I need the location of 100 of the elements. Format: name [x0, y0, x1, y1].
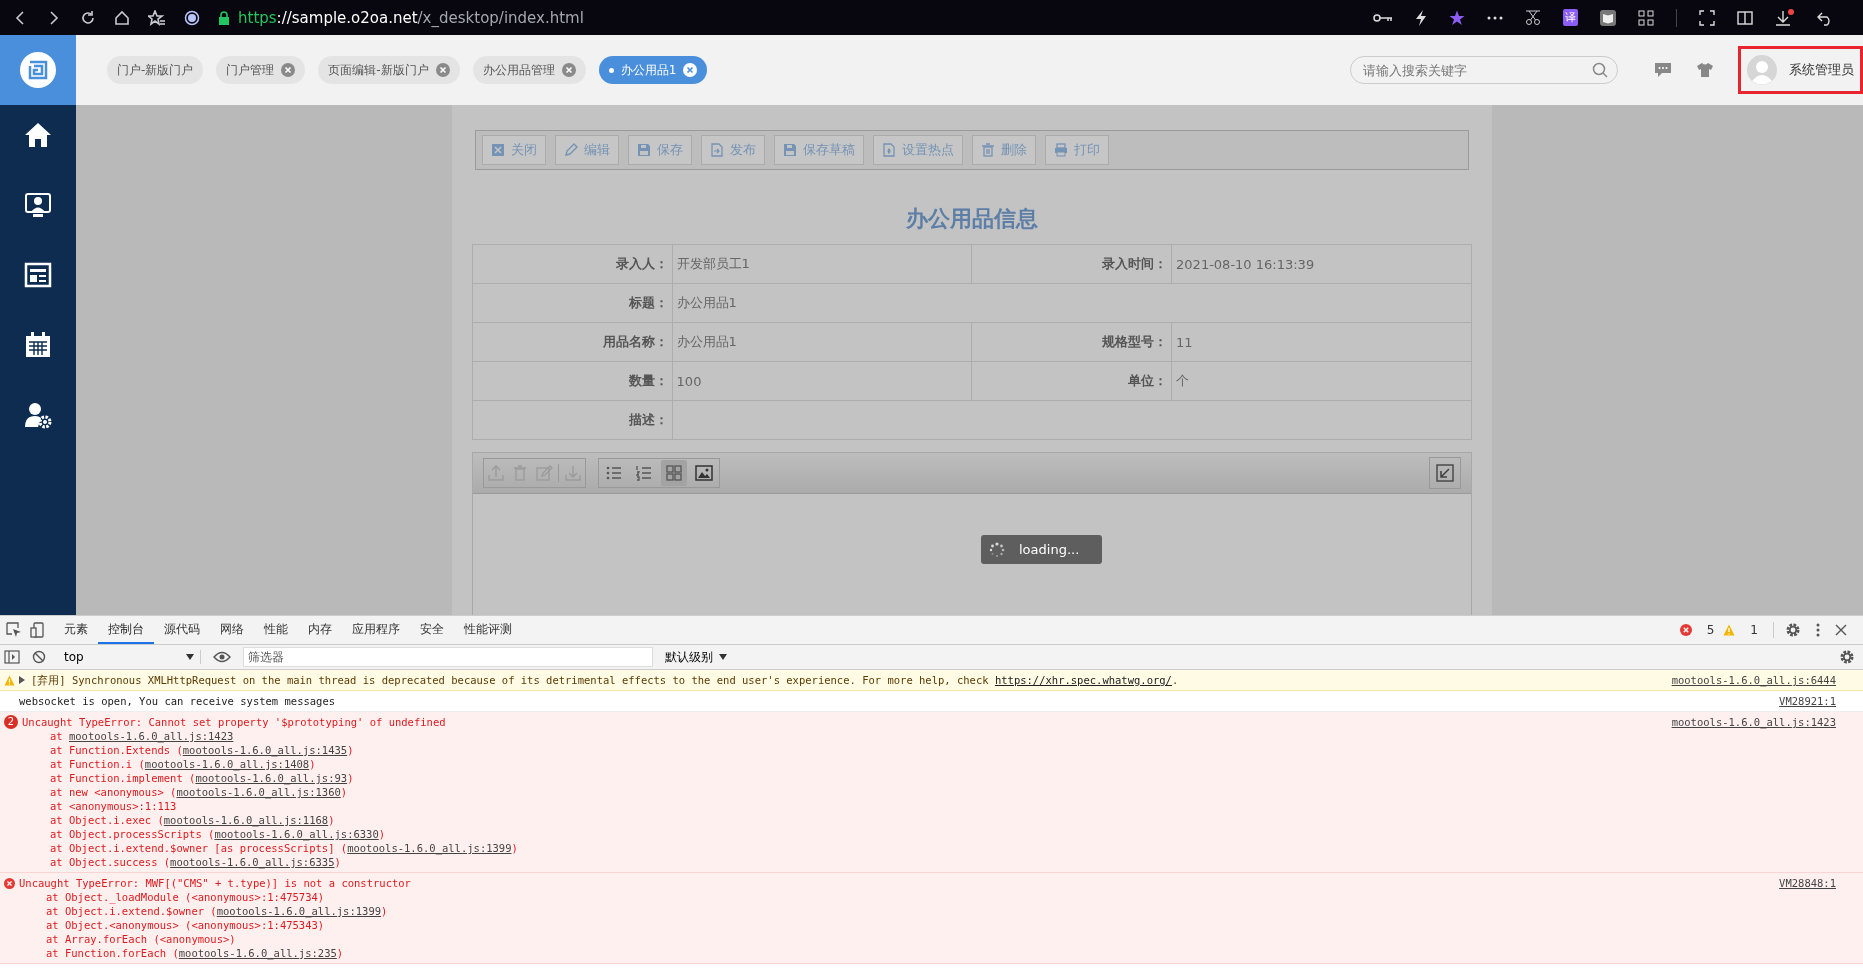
close-icon[interactable] — [1835, 624, 1847, 636]
repeat-count: 2 — [4, 715, 18, 729]
link[interactable]: mootools-1.6.0_all.js:1168 — [163, 814, 329, 826]
stack-frame: at Object.i.exec (mootools-1.6.0_all.js:1168) — [0, 813, 1863, 827]
more-icon[interactable] — [1487, 15, 1503, 20]
eye-icon[interactable] — [213, 651, 231, 663]
devtools-tab[interactable]: 网络 — [210, 616, 254, 644]
error-count[interactable]: 5 — [1706, 623, 1715, 637]
avatar-icon — [1747, 55, 1777, 85]
link[interactable]: mootools-1.6.0_all.js:1423 — [68, 730, 234, 742]
split-view-icon[interactable] — [1737, 9, 1753, 26]
devtools-tab[interactable]: 元素 — [54, 616, 98, 644]
source-link[interactable]: mootools-1.6.0_all.js:6444 — [1671, 673, 1836, 687]
link[interactable]: mootools-1.6.0_all.js:93 — [195, 772, 348, 784]
calendar-icon[interactable] — [24, 331, 52, 359]
close-icon[interactable] — [281, 63, 296, 77]
devtools-tab[interactable]: 应用程序 — [342, 616, 410, 644]
lock-icon — [218, 10, 230, 25]
field-value: 100 — [672, 361, 972, 401]
logo-icon — [20, 52, 56, 88]
person-screen-icon[interactable] — [24, 191, 52, 219]
stack-frame: at Object.processScripts (mootools-1.6.0_all.js:6330) — [0, 827, 1863, 841]
reload-icon[interactable] — [80, 9, 96, 26]
form-title: 办公用品信息 — [905, 205, 1039, 233]
close-icon[interactable] — [561, 63, 576, 77]
download-icon[interactable] — [1775, 8, 1795, 27]
devtools-tab[interactable]: 源代码 — [154, 616, 210, 644]
clear-console-icon[interactable] — [32, 650, 46, 664]
link[interactable]: mootools-1.6.0_all.js:1399 — [216, 905, 382, 917]
settings-icon[interactable] — [1839, 649, 1855, 665]
home-icon[interactable] — [24, 121, 52, 149]
field-label: 单位： — [972, 361, 1172, 401]
key-icon[interactable] — [1373, 11, 1393, 24]
log-level-select[interactable]: 默认级别 — [665, 648, 727, 666]
sidebar-toggle-icon[interactable] — [4, 650, 20, 664]
shirt-icon[interactable] — [1696, 62, 1714, 78]
book-icon[interactable] — [1600, 9, 1616, 26]
fullscreen-icon[interactable] — [1699, 9, 1715, 26]
close-icon[interactable] — [683, 63, 698, 77]
tab[interactable]: 门户-新版门户 — [107, 56, 204, 84]
search-icon[interactable] — [1592, 62, 1608, 78]
expand-triangle-icon[interactable] — [19, 676, 25, 684]
stack-frame: at Function.i (mootools-1.6.0_all.js:1408) — [0, 757, 1863, 771]
loading-indicator: loading... — [981, 535, 1102, 564]
tab-label: 办公用品管理 — [482, 61, 555, 79]
dot-icon — [608, 67, 614, 73]
stack-frame: at Function.Extends (mootools-1.6.0_all.js:1435) — [0, 743, 1863, 757]
user-menu[interactable]: 系统管理员 — [1738, 46, 1863, 94]
chat-icon[interactable] — [1654, 62, 1672, 78]
url-text[interactable]: https://sample.o2oa.net/x_desktop/index.html — [238, 8, 584, 27]
warning-icon — [1723, 624, 1736, 636]
document-flame-icon — [882, 143, 896, 157]
grid-icon[interactable] — [1638, 9, 1654, 26]
link[interactable]: mootools-1.6.0_all.js:1360 — [176, 786, 341, 798]
devtools-tab[interactable]: 性能评测 — [454, 616, 522, 644]
settings-icon[interactable] — [1785, 622, 1801, 638]
filter-field[interactable]: 筛选器 — [243, 647, 653, 667]
link[interactable]: mootools-1.6.0_all.js:6335 — [170, 856, 335, 868]
devtools-tab[interactable]: 安全 — [410, 616, 454, 644]
error-icon — [1679, 624, 1692, 636]
field-value: 2021-08-10 16:13:39 — [1171, 244, 1472, 284]
inspect-icon[interactable] — [6, 622, 22, 638]
lightning-icon[interactable] — [1415, 9, 1427, 26]
shield-icon — [184, 9, 200, 26]
source-link[interactable]: VM28848:1 — [1779, 876, 1836, 890]
source-link[interactable]: mootools-1.6.0_all.js:1423 — [1671, 715, 1836, 729]
home-icon[interactable] — [114, 9, 130, 26]
message-text: Uncaught TypeError: Cannot set property '$prototyping' of undefined — [22, 715, 446, 729]
link[interactable]: https://xhr.spec.whatwg.org/ — [994, 674, 1172, 686]
star-list-icon[interactable] — [148, 9, 166, 26]
collapse-button[interactable] — [1429, 457, 1461, 489]
tab[interactable]: 门户管理 — [216, 56, 306, 84]
field-label: 录入人： — [472, 244, 673, 284]
user-gear-icon[interactable] — [24, 401, 52, 429]
stack-frame: at Object.<anonymous> (<anonymous>:1:475343) — [0, 918, 1863, 932]
field-value: 办公用品1 — [672, 283, 1472, 323]
tab[interactable]: 页面编辑-新版门户 — [318, 56, 460, 84]
logo-tile[interactable] — [0, 35, 76, 105]
devtools-tab[interactable]: 性能 — [254, 616, 298, 644]
more-vertical-icon[interactable] — [1816, 623, 1820, 637]
newspaper-icon[interactable] — [24, 261, 52, 289]
field-label: 规格型号： — [972, 322, 1172, 362]
context-select[interactable]: top — [58, 650, 201, 664]
translate-button[interactable]: 译 — [1563, 9, 1578, 26]
tab[interactable]: 办公用品管理 — [472, 56, 586, 84]
devtools-tab[interactable]: 内存 — [298, 616, 342, 644]
device-toolbar-icon[interactable] — [30, 622, 46, 638]
search-field[interactable]: 请输入搜索关键字 — [1350, 56, 1618, 84]
scissors-icon[interactable] — [1525, 9, 1541, 26]
link[interactable]: mootools-1.6.0_all.js:1399 — [347, 842, 512, 854]
link[interactable]: mootools-1.6.0_all.js:6330 — [214, 828, 379, 840]
stack-frame: at Function.implement (mootools-1.6.0_all.js:93) — [0, 771, 1863, 785]
link[interactable]: mootools-1.6.0_all.js:1408 — [144, 758, 310, 770]
link[interactable]: mootools-1.6.0_all.js:1435 — [182, 744, 348, 756]
warning-count[interactable]: 1 — [1750, 623, 1758, 637]
warning-icon — [4, 674, 15, 686]
link[interactable]: mootools-1.6.0_all.js:235 — [178, 947, 337, 959]
close-icon[interactable] — [435, 63, 450, 77]
source-link[interactable]: VM28921:1 — [1779, 694, 1836, 708]
star-icon[interactable] — [1449, 9, 1465, 26]
